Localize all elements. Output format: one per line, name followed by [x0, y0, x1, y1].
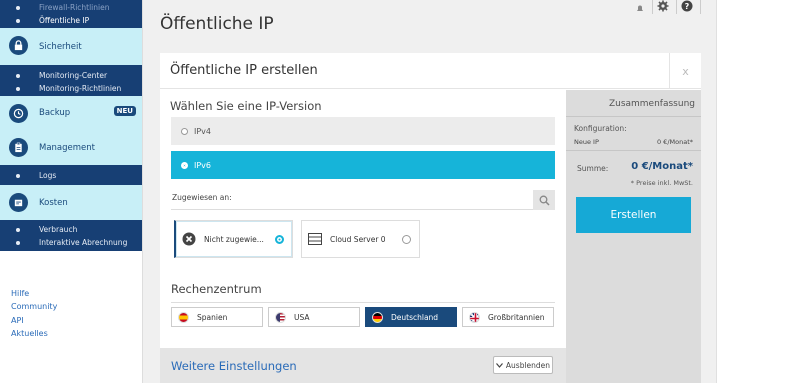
- sidebar-item-interaktive-abrechnung[interactable]: Interaktive Abrechnung: [0, 236, 142, 249]
- kosten-submenu: Verbrauch Interaktive Abrechnung: [0, 220, 142, 251]
- more-settings-bar: Weitere Einstellungen Ausblenden: [160, 348, 566, 383]
- sidebar-item-oeffentliche-ip[interactable]: Öffentliche IP: [0, 14, 142, 27]
- cost-icon: [9, 193, 28, 212]
- link-hilfe[interactable]: Hilfe: [11, 287, 57, 300]
- assigned-search-field[interactable]: [171, 209, 543, 210]
- new-badge: NEU: [113, 106, 136, 116]
- help-icon[interactable]: ?: [681, 0, 693, 16]
- card-label: Cloud Server 0: [330, 234, 386, 244]
- radio-selected-icon: [275, 234, 284, 244]
- separator: [676, 0, 677, 14]
- gb-flag-icon: [469, 311, 480, 323]
- bell-icon[interactable]: [636, 0, 644, 17]
- option-label: IPv6: [194, 160, 212, 170]
- radio-selected-icon: [181, 161, 188, 169]
- divider: [171, 302, 555, 303]
- svg-text:?: ?: [685, 2, 690, 11]
- separator: [652, 0, 653, 14]
- link-community[interactable]: Community: [11, 300, 57, 313]
- sicherheit-submenu: Monitoring-Center Monitoring-Richtlinien: [0, 65, 142, 96]
- assigned-label: Zugewiesen an:: [172, 193, 232, 202]
- sidebar-item-backup[interactable]: Backup NEU: [0, 96, 142, 130]
- sidebar-item-logs[interactable]: Logs: [0, 169, 142, 182]
- right-gutter: [716, 0, 800, 383]
- sidebar-item-management[interactable]: Management: [0, 130, 142, 165]
- summary-panel: Zusammenfassung Konfiguration: Neue IP 0…: [566, 90, 701, 383]
- more-settings-label: Weitere Einstellungen: [171, 359, 297, 373]
- management-submenu: Logs: [0, 165, 142, 185]
- us-flag-icon: [275, 311, 286, 323]
- datacenter-label: Großbritannien: [488, 312, 545, 322]
- chevron-down-icon: [495, 361, 503, 370]
- de-flag-icon: [372, 311, 383, 323]
- clipboard-icon: [9, 138, 28, 157]
- sidebar-item-monitoring-richtlinien[interactable]: Monitoring-Richtlinien: [0, 82, 142, 95]
- option-label: IPv4: [194, 126, 212, 136]
- divider: [566, 150, 701, 151]
- gear-icon[interactable]: [657, 0, 669, 16]
- sidebar: Firewall-Richtlinien Öffentliche IP Sich…: [0, 0, 143, 383]
- datacenter-spanien[interactable]: Spanien: [171, 307, 263, 327]
- radio-icon: [402, 234, 411, 244]
- datacenter-deutschland[interactable]: Deutschland: [365, 307, 457, 327]
- sidebar-item-sicherheit[interactable]: Sicherheit: [0, 28, 142, 65]
- link-aktuelles[interactable]: Aktuelles: [11, 327, 57, 340]
- config-label: Konfiguration:: [574, 124, 627, 133]
- total-label: Summe:: [577, 164, 609, 173]
- option-ipv4[interactable]: IPv4: [171, 117, 555, 145]
- datacenter-grossbritannien[interactable]: Großbritannien: [462, 307, 554, 327]
- datacenter-label: Deutschland: [391, 312, 439, 322]
- ip-version-heading: Wählen Sie eine IP-Version: [170, 99, 322, 113]
- sidebar-item-kosten[interactable]: Kosten: [0, 185, 142, 220]
- datacenter-usa[interactable]: USA: [268, 307, 360, 327]
- create-button[interactable]: Erstellen: [576, 197, 691, 233]
- summary-title: Zusammenfassung: [608, 99, 695, 109]
- server-icon: [308, 233, 322, 245]
- create-ip-dialog: Öffentliche IP erstellen x Wählen Sie ei…: [160, 53, 701, 383]
- separator: [700, 0, 701, 14]
- hide-button[interactable]: Ausblenden: [493, 356, 553, 374]
- dialog-header: Öffentliche IP erstellen x: [160, 53, 701, 89]
- tax-note: * Preise inkl. MwSt.: [630, 179, 693, 187]
- sidebar-label: Management: [39, 142, 95, 153]
- search-button[interactable]: [533, 190, 555, 210]
- card-label: Nicht zugewie...: [204, 234, 264, 244]
- config-item: Neue IP: [574, 138, 599, 146]
- search-icon: [539, 195, 550, 206]
- close-button[interactable]: x: [669, 53, 701, 89]
- sidebar-item-verbrauch[interactable]: Verbrauch: [0, 223, 142, 236]
- lock-icon: [9, 36, 28, 55]
- option-ipv6[interactable]: IPv6: [171, 151, 555, 179]
- sidebar-item-firewall-richtlinien[interactable]: Firewall-Richtlinien: [0, 1, 142, 14]
- sidebar-item-monitoring-center[interactable]: Monitoring-Center: [0, 69, 142, 82]
- page-title: Öffentliche IP: [160, 14, 274, 34]
- datacenter-label: USA: [294, 312, 310, 322]
- clock-icon: [9, 104, 28, 123]
- assign-card-cloud-server[interactable]: Cloud Server 0: [301, 220, 420, 258]
- es-flag-icon: [178, 311, 189, 323]
- firewall-submenu: Firewall-Richtlinien Öffentliche IP: [0, 0, 142, 28]
- datacenter-heading: Rechenzentrum: [171, 282, 262, 296]
- dialog-title: Öffentliche IP erstellen: [170, 63, 318, 78]
- link-api[interactable]: API: [11, 314, 57, 327]
- total-value: 0 €/Monat*: [631, 161, 693, 172]
- datacenter-label: Spanien: [197, 312, 228, 322]
- sidebar-label: Backup: [39, 108, 71, 118]
- hide-button-label: Ausblenden: [505, 360, 551, 370]
- sidebar-label: Sicherheit: [39, 41, 82, 52]
- sidebar-label: Kosten: [39, 197, 68, 208]
- config-item-price: 0 €/Monat*: [656, 138, 693, 146]
- assign-card-unassigned[interactable]: Nicht zugewie...: [174, 220, 293, 258]
- radio-icon: [181, 127, 188, 135]
- close-icon: x: [682, 64, 689, 78]
- footer-links: Hilfe Community API Aktuelles: [11, 287, 57, 340]
- divider: [566, 116, 701, 117]
- unassigned-icon: [182, 232, 196, 246]
